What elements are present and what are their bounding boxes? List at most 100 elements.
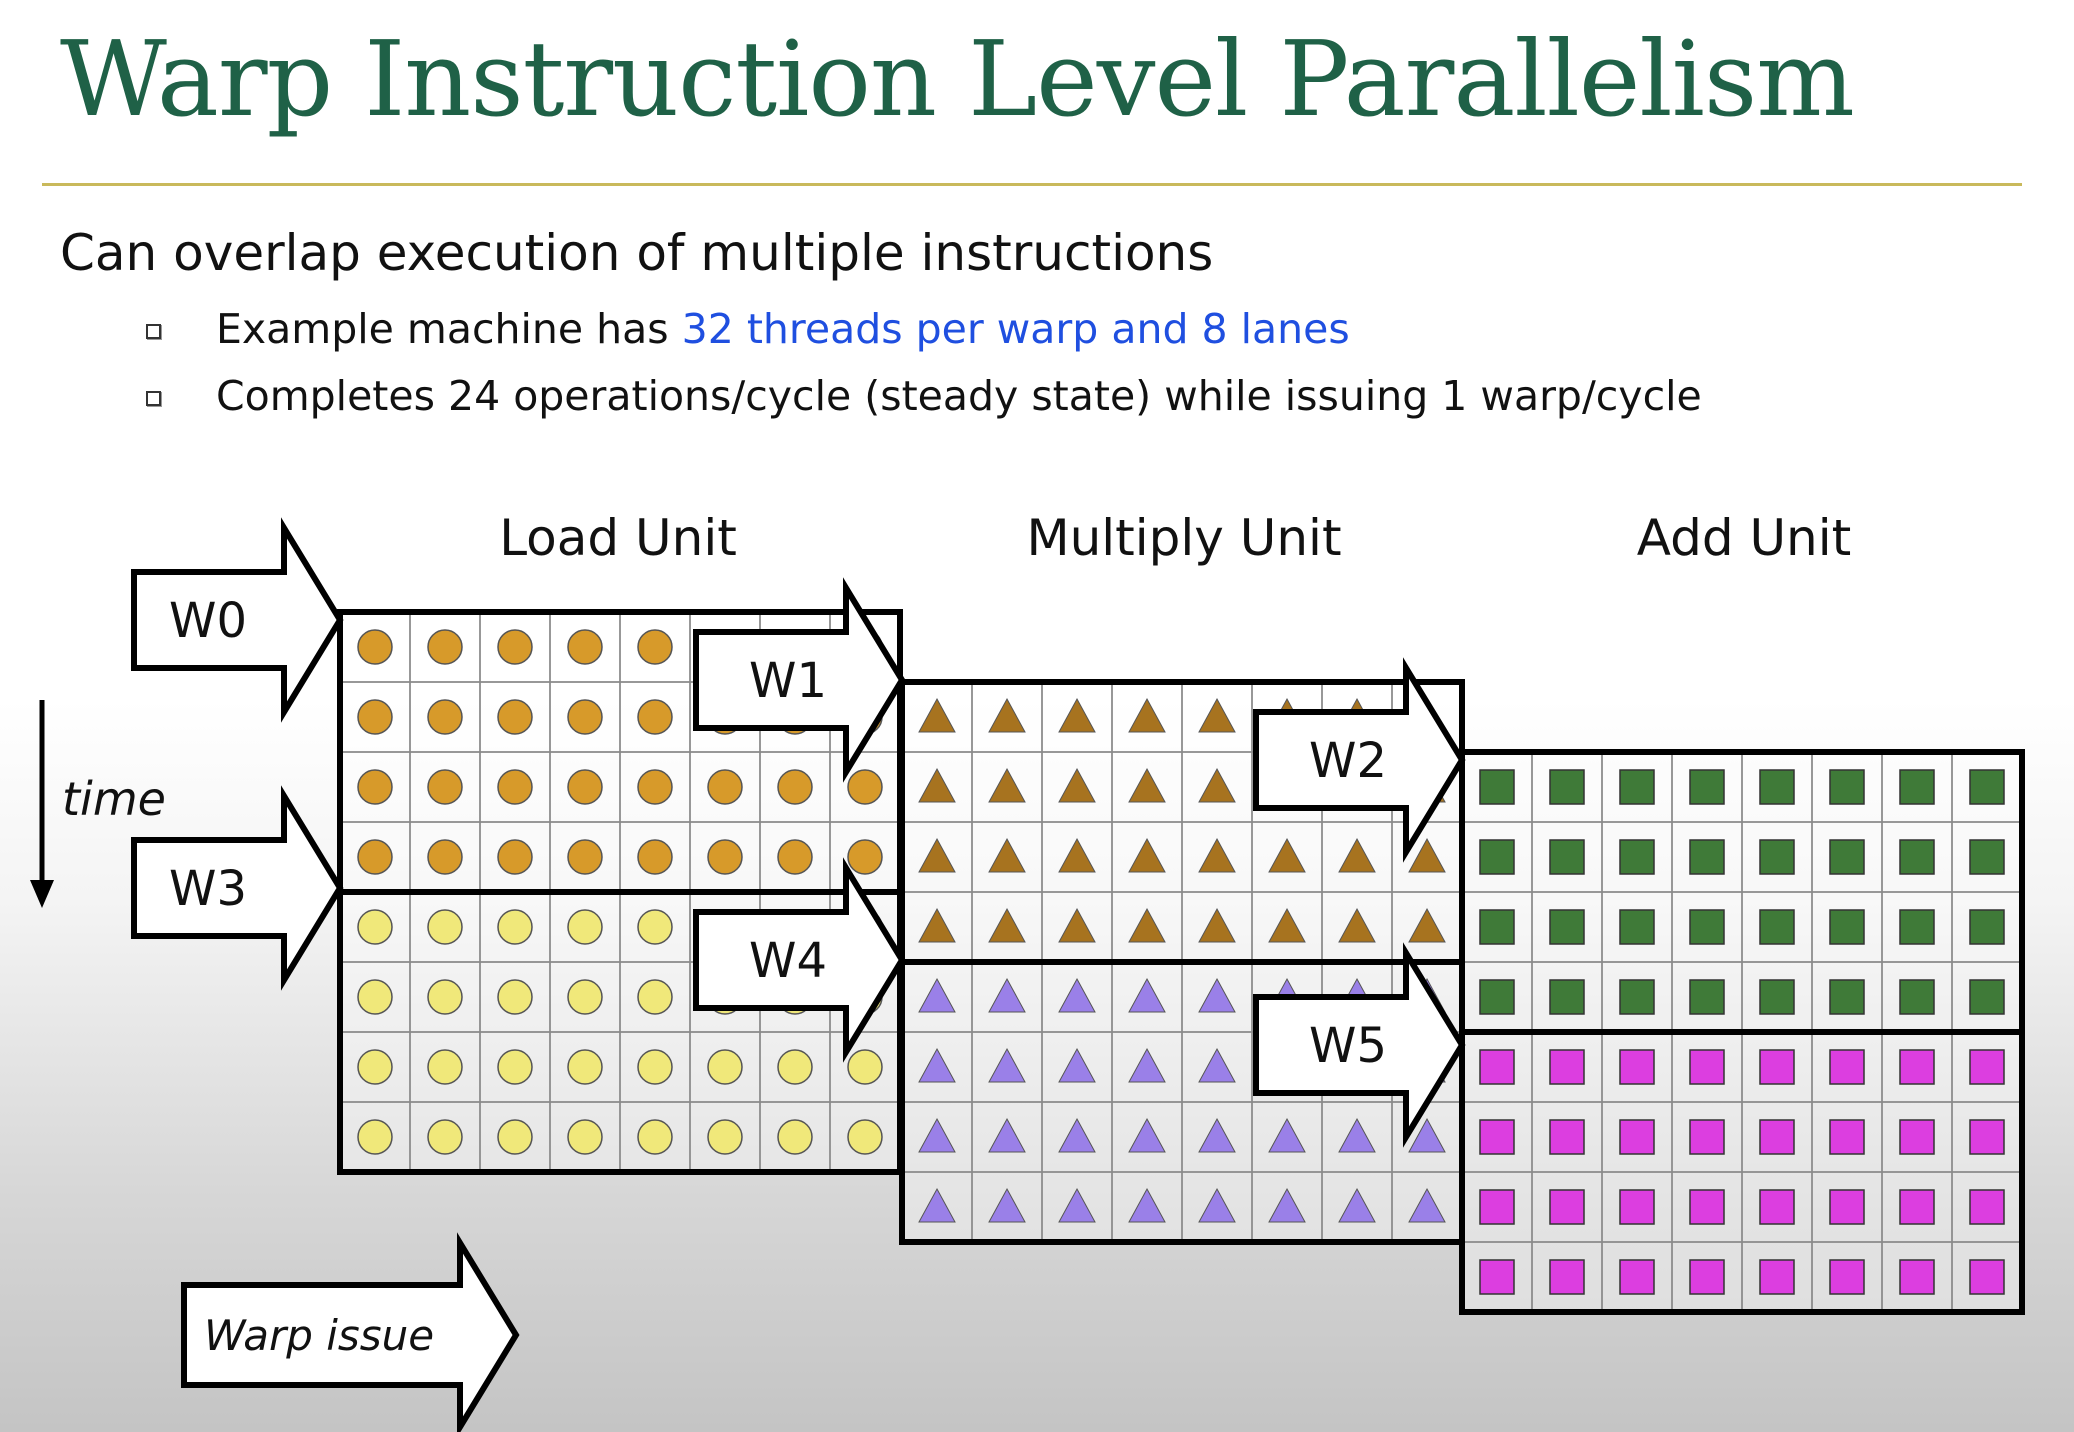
warp-label: W2 <box>1309 733 1387 789</box>
add-op-square <box>1829 1049 1865 1085</box>
load-op-circle <box>427 1119 463 1155</box>
unit-label: Load Unit <box>499 509 737 567</box>
load-op-circle <box>567 1049 603 1085</box>
add-op-square <box>1829 1119 1865 1155</box>
add-op-square <box>1479 1119 1515 1155</box>
load-op-circle <box>497 1049 533 1085</box>
load-op-circle <box>777 769 813 805</box>
add-op-square <box>1619 979 1655 1015</box>
add-op-square <box>1829 839 1865 875</box>
add-op-square <box>1969 979 2005 1015</box>
add-op-square <box>1759 1049 1795 1085</box>
add-op-square <box>1549 1119 1585 1155</box>
add-op-square <box>1619 909 1655 945</box>
add-op-square <box>1829 979 1865 1015</box>
load-op-circle <box>497 699 533 735</box>
load-op-circle <box>777 839 813 875</box>
load-op-circle <box>847 839 883 875</box>
load-op-circle <box>357 909 393 945</box>
load-op-circle <box>497 629 533 665</box>
add-op-square <box>1479 1259 1515 1295</box>
add-op-square <box>1969 839 2005 875</box>
load-op-circle <box>847 769 883 805</box>
add-op-square <box>1689 1259 1725 1295</box>
add-op-square <box>1619 1259 1655 1295</box>
load-op-circle <box>707 1119 743 1155</box>
add-op-square <box>1549 979 1585 1015</box>
add-op-square <box>1479 1049 1515 1085</box>
add-op-square <box>1829 909 1865 945</box>
add-op-square <box>1549 1049 1585 1085</box>
add-op-square <box>1549 1259 1585 1295</box>
add-op-square <box>1759 1189 1795 1225</box>
load-op-circle <box>637 979 673 1015</box>
add-op-square <box>1829 1259 1865 1295</box>
add-op-square <box>1969 1049 2005 1085</box>
load-op-circle <box>707 769 743 805</box>
add-op-square <box>1829 1189 1865 1225</box>
load-op-circle <box>357 1049 393 1085</box>
warp-label: W3 <box>169 861 247 917</box>
load-op-circle <box>427 699 463 735</box>
time-arrow-head-icon <box>30 880 54 908</box>
load-op-circle <box>497 769 533 805</box>
load-op-circle <box>847 1119 883 1155</box>
add-op-square <box>1899 839 1935 875</box>
load-op-circle <box>637 629 673 665</box>
load-op-circle <box>637 1049 673 1085</box>
add-op-square <box>1969 909 2005 945</box>
load-op-circle <box>497 1119 533 1155</box>
load-op-circle <box>637 909 673 945</box>
add-op-square <box>1619 1119 1655 1155</box>
load-op-circle <box>777 1049 813 1085</box>
load-op-circle <box>357 839 393 875</box>
load-op-circle <box>427 1049 463 1085</box>
add-op-square <box>1759 1119 1795 1155</box>
add-op-square <box>1759 1259 1795 1295</box>
time-label: time <box>62 772 166 826</box>
add-op-square <box>1479 839 1515 875</box>
add-op-square <box>1689 1049 1725 1085</box>
pipeline-diagram: W0 W1 W2 W3 W4 W5 Load Unit Multiply Unit Add U… <box>30 509 2025 1432</box>
load-op-circle <box>497 909 533 945</box>
warp-label: W4 <box>749 933 827 989</box>
add-op-square <box>1969 1119 2005 1155</box>
load-op-circle <box>427 979 463 1015</box>
load-op-circle <box>427 769 463 805</box>
add-op-square <box>1689 1189 1725 1225</box>
load-op-circle <box>567 769 603 805</box>
add-op-square <box>1619 1189 1655 1225</box>
add-op-square <box>1549 769 1585 805</box>
load-op-circle <box>707 1049 743 1085</box>
add-op-square <box>1899 769 1935 805</box>
add-op-square <box>1899 1189 1935 1225</box>
unit-label: Add Unit <box>1637 509 1851 567</box>
add-op-square <box>1689 909 1725 945</box>
load-op-circle <box>357 979 393 1015</box>
load-op-circle <box>637 769 673 805</box>
load-op-circle <box>567 699 603 735</box>
add-op-square <box>1549 1189 1585 1225</box>
add-op-square <box>1969 769 2005 805</box>
load-op-circle <box>777 1119 813 1155</box>
load-op-circle <box>427 629 463 665</box>
add-op-square <box>1829 769 1865 805</box>
add-op-square <box>1899 979 1935 1015</box>
add-op-square <box>1759 979 1795 1015</box>
load-op-circle <box>357 769 393 805</box>
add-op-square <box>1759 769 1795 805</box>
add-op-square <box>1689 1119 1725 1155</box>
warp-label: W1 <box>749 653 827 709</box>
load-op-circle <box>567 909 603 945</box>
add-op-square <box>1899 1119 1935 1155</box>
load-op-circle <box>497 839 533 875</box>
add-op-square <box>1759 909 1795 945</box>
add-op-square <box>1899 1259 1935 1295</box>
unit-label: Multiply Unit <box>1026 509 1341 567</box>
add-op-square <box>1969 1189 2005 1225</box>
add-op-square <box>1899 909 1935 945</box>
add-op-square <box>1479 769 1515 805</box>
add-op-square <box>1689 979 1725 1015</box>
add-op-square <box>1619 769 1655 805</box>
load-op-circle <box>637 699 673 735</box>
